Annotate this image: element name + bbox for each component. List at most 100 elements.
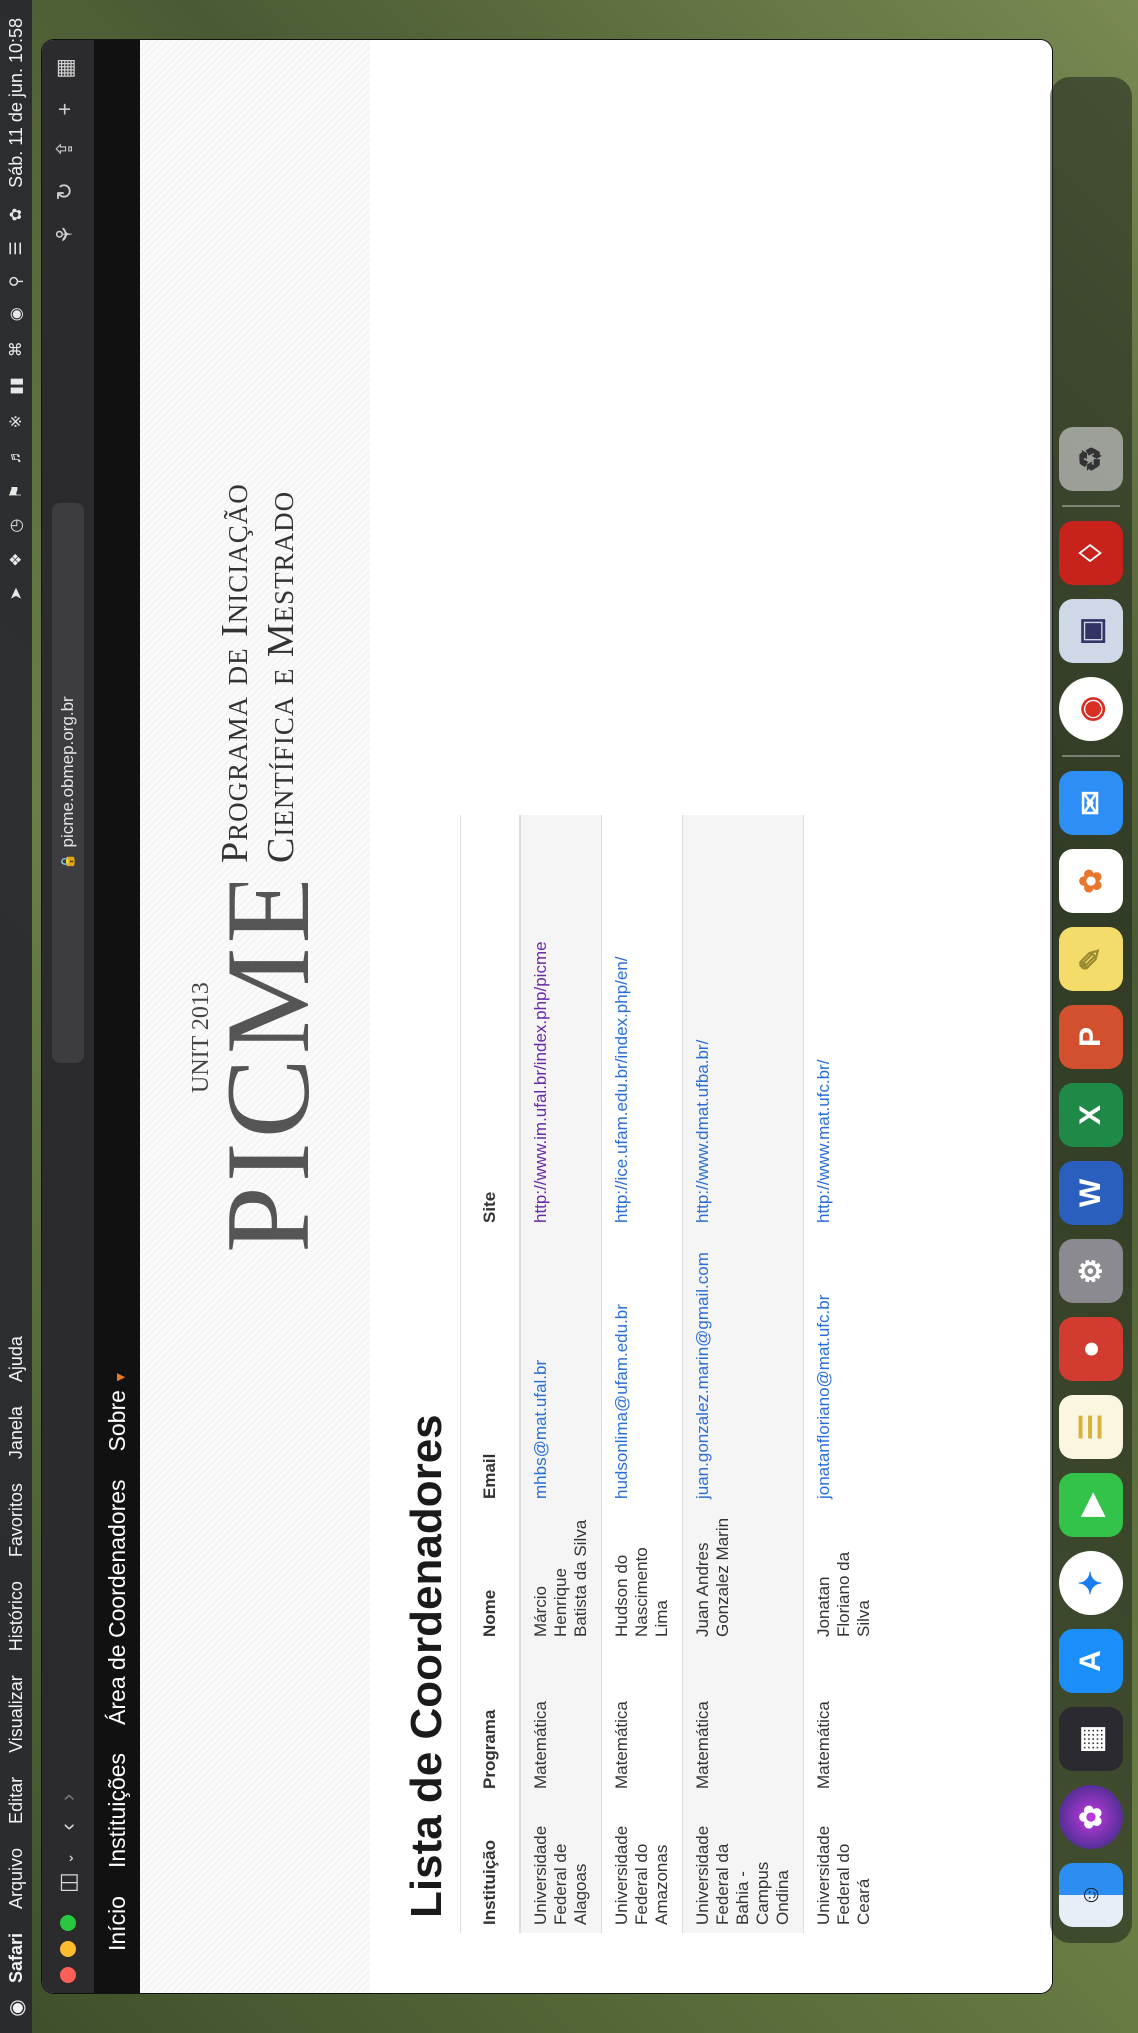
battery-icon[interactable]: ▮▮ — [6, 377, 26, 395]
cell-instituicao: Universidade Federal de Alagoas — [520, 1797, 602, 1933]
coordinators-table: Instituição Programa Nome Email Site Uni… — [460, 815, 884, 1933]
address-bar[interactable]: 🔒 picme.obmep.org.br — [52, 503, 84, 1063]
menu-editar[interactable]: Editar — [6, 1777, 27, 1824]
header-site: Site — [460, 815, 520, 1231]
word-label: W — [1074, 1178, 1107, 1208]
menu-historico[interactable]: Histórico — [6, 1581, 27, 1651]
facetime-icon[interactable]: ▶ — [1059, 1473, 1123, 1537]
acrobat-icon[interactable]: ♢ — [1059, 521, 1123, 585]
forward-button[interactable]: › — [55, 1794, 81, 1801]
volume-icon[interactable]: ♬ — [7, 448, 25, 464]
excel-icon[interactable]: X — [1059, 1083, 1123, 1147]
menu-arquivo[interactable]: Arquivo — [6, 1848, 27, 1909]
cell-instituicao: Universidade Federal da Bahia - Campus O… — [682, 1797, 804, 1933]
nav-sobre-label: Sobre — [103, 1390, 130, 1452]
site-link[interactable]: http://ice.ufam.edu.br/index.php/en/ — [612, 956, 631, 1223]
cell-instituicao: Universidade Federal do Ceará — [803, 1797, 884, 1933]
email-link[interactable]: mhbs@mat.ufal.br — [531, 1360, 550, 1499]
new-tab-icon[interactable]: + — [52, 103, 78, 116]
mail-icon[interactable]: ✉ — [1059, 771, 1123, 835]
zoom-window-button[interactable] — [60, 1915, 76, 1931]
apple-menu-icon[interactable]: ◉ — [4, 1983, 29, 2033]
email-link[interactable]: jonatanfloriano@mat.ufc.br — [814, 1295, 833, 1499]
sidebar-toggle-icon[interactable]: ◫ — [55, 1872, 81, 1893]
dock: ☺ ✿ ▦ A ✦ ▶ ☰ ● ⚙ W X P ✎ ✿ ✉ ◉ ▣ ♢ ♻ — [1050, 77, 1132, 1943]
url-text: picme.obmep.org.br — [58, 696, 77, 848]
cell-nome: Márcio Henrique Batista da Silva — [520, 1507, 602, 1645]
email-link[interactable]: juan.gonzalez.marin@gmail.com — [693, 1252, 712, 1499]
nav-inicio[interactable]: Início — [104, 1896, 131, 1951]
table-row: Universidade Federal de Alagoas Matemáti… — [520, 815, 602, 1933]
lock-icon: 🔒 — [60, 853, 75, 870]
bluetooth-icon[interactable]: ※ — [6, 415, 26, 428]
chevron-down-icon[interactable]: ⌄ — [60, 1852, 77, 1864]
cell-programa: Matemática — [682, 1645, 804, 1797]
translate-icon[interactable]: ⚘ — [52, 225, 78, 245]
screen: ◉ Safari Arquivo Editar Visualizar Histó… — [0, 0, 1138, 2033]
cell-programa: Matemática — [601, 1645, 683, 1797]
tab-overview-icon[interactable]: ▦ — [52, 58, 78, 79]
nav-instituicoes[interactable]: Instituições — [104, 1753, 131, 1868]
search-icon[interactable]: ⚲ — [6, 276, 26, 288]
location-icon: ➤ — [8, 586, 25, 601]
header-nome: Nome — [460, 1507, 520, 1645]
chrome-icon[interactable]: ◉ — [1059, 677, 1123, 741]
stickies-icon[interactable]: ✎ — [1059, 927, 1123, 991]
launchpad-icon[interactable]: ▦ — [1059, 1707, 1123, 1771]
share-icon[interactable]: ⇪ — [52, 140, 78, 158]
close-window-button[interactable] — [60, 1967, 76, 1983]
site-link[interactable]: http://www.dmat.ufba.br/ — [693, 1040, 712, 1223]
system-preferences-icon[interactable]: ⚙ — [1059, 1239, 1123, 1303]
site-tagline: Programa de Iniciação Científica e Mestr… — [212, 483, 304, 863]
finder-icon[interactable]: ☺ — [1059, 1863, 1123, 1927]
menu-ajuda[interactable]: Ajuda — [6, 1336, 27, 1382]
photo-booth-icon[interactable]: ● — [1059, 1317, 1123, 1381]
picme-logo[interactable]: PICME UNIT 2013 — [180, 883, 330, 1253]
siri-icon[interactable]: ✿ — [1059, 1785, 1123, 1849]
clock[interactable]: Sáb. 11 de jun. 10:58 — [6, 18, 27, 188]
siri-icon[interactable]: ✿ — [6, 208, 26, 221]
menu-janela[interactable]: Janela — [6, 1406, 27, 1459]
user-icon[interactable]: ◉ — [6, 307, 26, 321]
site-link[interactable]: http://www.mat.ufc.br/ — [814, 1060, 833, 1223]
powerpoint-label: P — [1074, 1027, 1107, 1048]
menubar: ◉ Safari Arquivo Editar Visualizar Histó… — [0, 0, 32, 2033]
reload-icon[interactable]: ↻ — [52, 182, 78, 200]
tagline-line2: Científica e Mestrado — [260, 490, 302, 863]
header-email: Email — [460, 1231, 520, 1507]
us-flag-icon[interactable]: ⚑ — [6, 484, 26, 498]
dock-separator — [1062, 505, 1120, 507]
safari-icon[interactable]: ✦ — [1059, 1551, 1123, 1615]
minimize-window-button[interactable] — [60, 1941, 76, 1957]
cell-nome: Juan Andres Gonzalez Marin — [682, 1507, 804, 1645]
table-row: Universidade Federal da Bahia - Campus O… — [682, 815, 804, 1933]
header-instituicao: Instituição — [460, 1797, 520, 1933]
wifi-icon[interactable]: ⌘ — [6, 341, 26, 357]
clock-icon[interactable]: ◷ — [6, 519, 26, 533]
notes-icon[interactable]: ☰ — [1059, 1395, 1123, 1459]
safari-window: ◫ ⌄ ‹ › ◑ ⌂ 🔒 picme.obmep.org.br ⚘ ↻ ⇪ +… — [42, 40, 1052, 1993]
nav-area-coordenadores[interactable]: Área de Coordenadores — [104, 1479, 131, 1725]
word-icon[interactable]: W — [1059, 1161, 1123, 1225]
menu-safari[interactable]: Safari — [6, 1933, 27, 1983]
preview-icon[interactable]: ▣ — [1059, 599, 1123, 663]
menu-visualizar[interactable]: Visualizar — [6, 1675, 27, 1753]
powerpoint-icon[interactable]: P — [1059, 1005, 1123, 1069]
control-center-icon[interactable]: ☰ — [6, 241, 26, 255]
site-link[interactable]: http://www.im.ufal.br/index.php/picme — [531, 941, 550, 1223]
logo-mark: UNIT 2013 — [188, 982, 214, 1093]
cell-nome: Hudson do Nascimento Lima — [601, 1507, 683, 1645]
nav-sobre[interactable]: Sobre ▼ — [104, 1370, 131, 1451]
toolbar-right-actions: ⚘ ↻ ⇪ + ▦ — [52, 58, 78, 244]
email-link[interactable]: hudsonlima@ufam.edu.br — [612, 1304, 631, 1499]
dropbox-icon[interactable]: ❖ — [6, 553, 26, 567]
logo-text: PICME — [201, 883, 330, 1253]
cell-programa: Matemática — [803, 1645, 884, 1797]
menu-favoritos[interactable]: Favoritos — [6, 1483, 27, 1557]
app-store-icon[interactable]: A — [1059, 1629, 1123, 1693]
page-title: Lista de Coordenadores — [402, 1414, 451, 1918]
trash-icon[interactable]: ♻ — [1059, 427, 1123, 491]
back-button[interactable]: ‹ — [55, 1823, 81, 1830]
photos-icon[interactable]: ✿ — [1059, 849, 1123, 913]
browser-toolbar: ◫ ⌄ ‹ › ◑ ⌂ 🔒 picme.obmep.org.br ⚘ ↻ ⇪ +… — [42, 40, 94, 1993]
